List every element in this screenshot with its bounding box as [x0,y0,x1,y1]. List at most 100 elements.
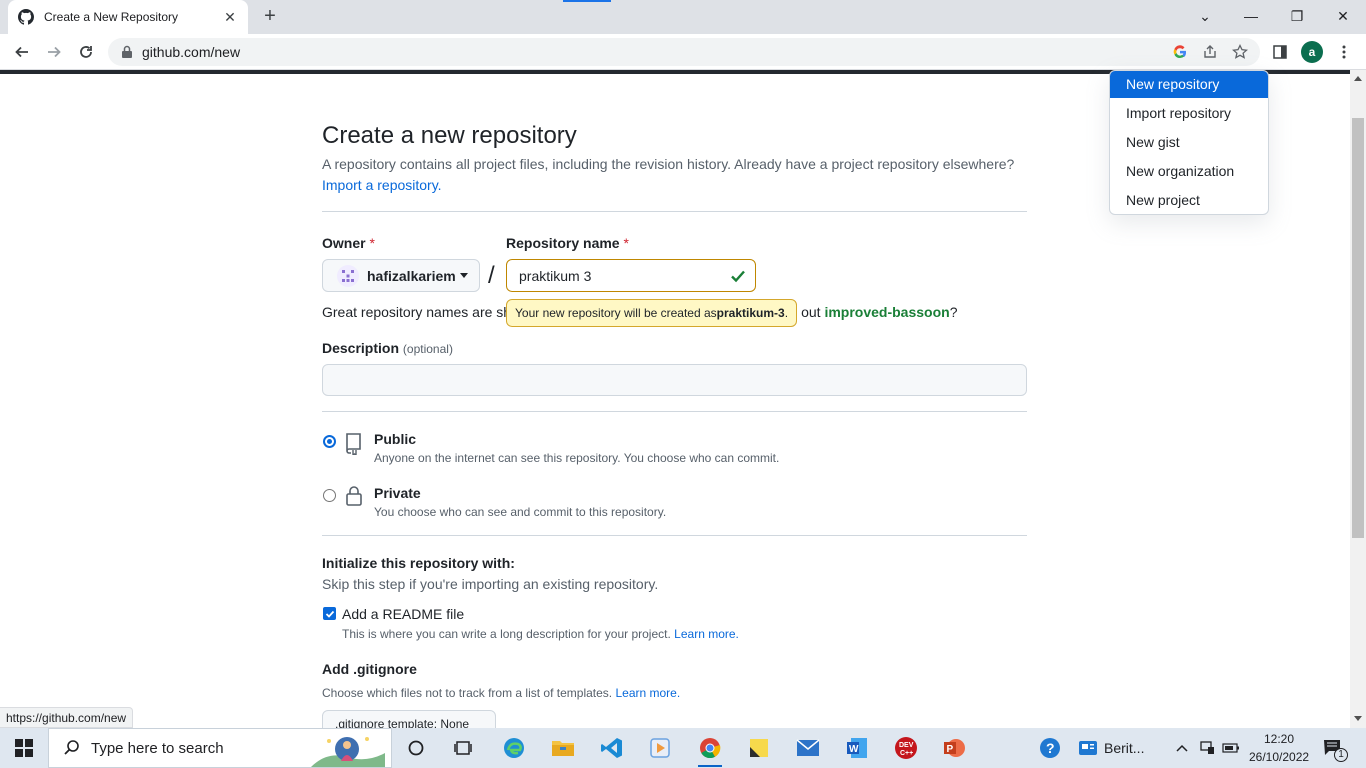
task-view-button[interactable] [396,732,436,764]
address-bar[interactable]: github.com/new [108,38,1260,66]
description-label-text: Description [322,340,400,356]
reload-button[interactable] [74,40,98,64]
profile-button[interactable]: a [1300,40,1324,64]
owner-separator: / [488,262,495,289]
star-icon[interactable] [1232,44,1248,60]
close-window-button[interactable]: ✕ [1320,4,1366,28]
readme-description-text: This is where you can write a long descr… [342,627,671,641]
windows-logo-icon [15,739,33,757]
share-icon[interactable] [1202,44,1218,60]
description-input[interactable] [322,364,1027,396]
status-bubble: https://github.com/new [0,707,134,728]
checkmark-icon [325,610,334,618]
edge-app[interactable] [494,732,534,764]
news-widget[interactable]: Berit... [1078,732,1168,764]
menu-item-new-project[interactable]: New project [1110,185,1268,214]
hint-prefix: Great repository names are sh [322,304,512,320]
scroll-down-icon[interactable] [1354,716,1362,721]
folder-icon [552,741,574,756]
repo-name-tooltip: Your new repository will be created as p… [506,299,798,327]
url-text: github.com/new [142,44,241,60]
owner-select[interactable]: hafizalkariem [322,259,480,292]
side-panel-button[interactable] [1268,40,1292,64]
required-mark: * [623,235,629,251]
scrollbar-thumb[interactable] [1352,118,1364,538]
restore-button[interactable]: ❐ [1274,4,1320,28]
menu-item-import-repository[interactable]: Import repository [1110,98,1268,127]
svg-text:C++: C++ [900,750,913,757]
word-app[interactable]: W [837,732,877,764]
init-title: Initialize this repository with: [322,555,515,571]
task-view-button[interactable] [443,732,483,764]
arrow-left-icon [15,46,28,58]
description-label: Description (optional) [322,340,453,356]
private-description: You choose who can see and commit to thi… [374,505,667,519]
owner-label: Owner * [322,235,375,251]
google-icon[interactable] [1172,44,1188,60]
word-icon: W [847,738,867,758]
mail-app[interactable] [788,732,828,764]
taskbar-search[interactable]: Type here to search [48,728,392,768]
hint-suffix: out [801,304,825,320]
browser-tab[interactable]: Create a New Repository ✕ [8,0,248,34]
suggested-name-link[interactable]: improved-bassoon [824,304,949,320]
back-button[interactable] [10,40,34,64]
task-view-icon [454,741,472,755]
forward-button[interactable] [42,40,66,64]
battery-button[interactable] [1220,732,1242,764]
page-scrollbar[interactable] [1350,70,1366,728]
browser-menu-button[interactable] [1332,40,1356,64]
mail-icon [796,739,820,756]
repository-name-input[interactable]: praktikum 3 [506,259,756,292]
edge-icon [504,738,524,758]
video-editor-app[interactable] [640,732,680,764]
owner-label-text: Owner [322,235,366,251]
clock-time[interactable]: 12:20 [1264,732,1294,746]
minimize-button[interactable]: — [1228,4,1274,28]
file-explorer-app[interactable] [543,732,583,764]
readme-learn-more-link[interactable]: Learn more. [674,627,739,641]
vscode-app[interactable] [592,732,632,764]
gitignore-description: Choose which files not to track from a l… [322,686,680,700]
tooltip-repo-name: praktikum-3 [716,306,785,320]
repo-icon [346,433,361,455]
vscode-icon [601,738,622,758]
gitignore-template-value: .gitignore template: None [335,717,470,728]
search-highlight-icon[interactable] [307,731,385,767]
start-button[interactable] [0,728,48,768]
powerpoint-app[interactable]: P [934,732,974,764]
readme-description: This is where you can write a long descr… [342,627,739,641]
readme-label[interactable]: Add a README file [342,606,464,622]
gitignore-template-select[interactable]: .gitignore template: None [322,710,496,728]
network-button[interactable] [1196,732,1218,764]
scroll-up-icon[interactable] [1354,76,1362,81]
divider [322,211,1027,212]
help-app[interactable]: ? [1030,732,1070,764]
menu-item-new-gist[interactable]: New gist [1110,127,1268,156]
sticky-notes-app[interactable] [739,732,779,764]
private-radio[interactable] [323,489,336,502]
arrow-right-icon [48,46,61,58]
tab-close-icon[interactable]: ✕ [222,9,238,26]
gitignore-learn-more-link[interactable]: Learn more. [615,686,680,700]
chrome-app[interactable] [690,732,730,767]
menu-item-new-organization[interactable]: New organization [1110,156,1268,185]
new-tab-button[interactable]: + [260,6,280,27]
public-radio[interactable] [323,435,336,448]
gitignore-description-text: Choose which files not to track from a l… [322,686,613,700]
svg-text:?: ? [1046,740,1055,756]
devcpp-app[interactable]: DEV C++ [886,732,926,764]
news-icon [1079,741,1097,755]
private-title: Private [374,485,421,501]
tray-overflow-button[interactable] [1172,732,1192,764]
notification-center-button[interactable]: 1 [1316,732,1350,764]
repository-name-value: praktikum 3 [519,267,592,284]
tab-search-chevron-icon[interactable]: ⌄ [1182,4,1228,28]
github-icon [18,9,34,25]
menu-item-new-repository[interactable]: New repository [1110,71,1268,98]
import-repository-link[interactable]: Import a repository. [322,177,442,193]
readme-checkbox[interactable] [323,607,336,620]
svg-text:W: W [849,744,859,755]
clock-date[interactable]: 26/10/2022 [1249,750,1309,764]
repo-name-label-text: Repository name [506,235,620,251]
